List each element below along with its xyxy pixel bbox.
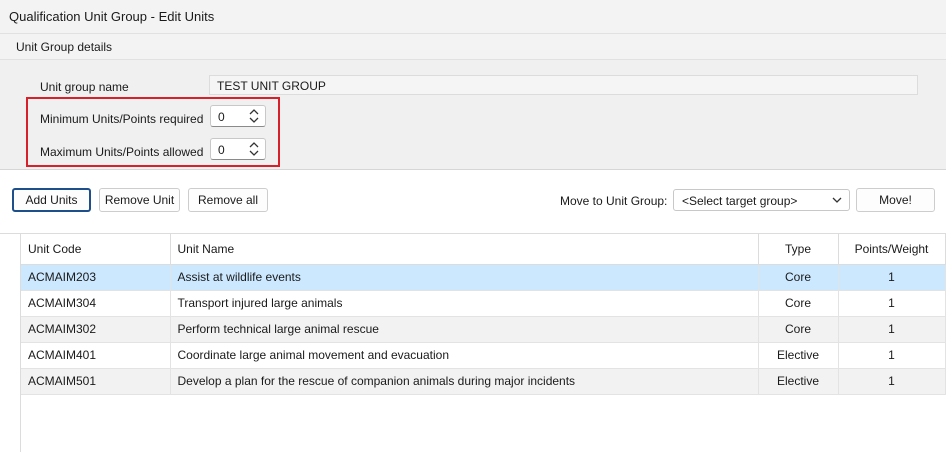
- move-button[interactable]: Move!: [856, 188, 935, 212]
- points-cell: 1: [838, 316, 946, 343]
- unit-name-cell: Perform technical large animal rescue: [170, 316, 759, 343]
- type-cell: Elective: [758, 342, 839, 369]
- column-header-points-weight[interactable]: Points/Weight: [838, 234, 946, 265]
- units-table: Unit Code Unit Name Type Points/Weight A…: [21, 234, 946, 395]
- points-cell: 1: [838, 264, 946, 291]
- table-row[interactable]: ACMAIM304 Transport injured large animal…: [21, 290, 946, 317]
- unit-name-cell: Assist at wildlife events: [170, 264, 759, 291]
- unit-code-cell: ACMAIM304: [21, 290, 171, 317]
- points-cell: 1: [838, 290, 946, 317]
- min-max-highlight-box: [26, 97, 280, 167]
- type-cell: Core: [758, 316, 839, 343]
- target-group-value: <Select target group>: [682, 194, 798, 208]
- table-row[interactable]: ACMAIM302 Perform technical large animal…: [21, 316, 946, 343]
- title-bar: Qualification Unit Group - Edit Units: [0, 0, 946, 33]
- row-header-column: [0, 234, 21, 452]
- section-title: Unit Group details: [16, 40, 113, 54]
- window-title: Qualification Unit Group - Edit Units: [9, 9, 215, 24]
- type-cell: Elective: [758, 368, 839, 395]
- points-cell: 1: [838, 342, 946, 369]
- chevron-down-icon: [832, 197, 842, 203]
- target-group-select[interactable]: <Select target group>: [673, 189, 850, 211]
- column-header-unit-code[interactable]: Unit Code: [21, 234, 171, 265]
- table-header-row: Unit Code Unit Name Type Points/Weight: [21, 234, 946, 265]
- unit-name-cell: Coordinate large animal movement and eva…: [170, 342, 759, 369]
- unit-group-name-field[interactable]: TEST UNIT GROUP: [209, 75, 918, 95]
- move-to-unit-group-label: Move to Unit Group:: [560, 194, 668, 208]
- unit-group-details-panel: Unit group name TEST UNIT GROUP Minimum …: [0, 60, 946, 170]
- table-row[interactable]: ACMAIM401 Coordinate large animal moveme…: [21, 342, 946, 369]
- unit-code-cell: ACMAIM203: [21, 264, 171, 291]
- unit-code-cell: ACMAIM302: [21, 316, 171, 343]
- unit-group-details-header[interactable]: Unit Group details: [0, 33, 946, 60]
- type-cell: Core: [758, 290, 839, 317]
- table-row[interactable]: ACMAIM501 Develop a plan for the rescue …: [21, 368, 946, 395]
- column-header-type[interactable]: Type: [758, 234, 839, 265]
- unit-code-cell: ACMAIM501: [21, 368, 171, 395]
- column-header-unit-name[interactable]: Unit Name: [170, 234, 759, 265]
- table-row[interactable]: ACMAIM203 Assist at wildlife events Core…: [21, 264, 946, 291]
- points-cell: 1: [838, 368, 946, 395]
- add-units-button[interactable]: Add Units: [12, 188, 91, 212]
- remove-all-button[interactable]: Remove all: [188, 188, 268, 212]
- unit-name-cell: Transport injured large animals: [170, 290, 759, 317]
- type-cell: Core: [758, 264, 839, 291]
- unit-name-cell: Develop a plan for the rescue of compani…: [170, 368, 759, 395]
- unit-code-cell: ACMAIM401: [21, 342, 171, 369]
- units-grid: Unit Code Unit Name Type Points/Weight A…: [0, 233, 946, 452]
- remove-unit-button[interactable]: Remove Unit: [99, 188, 180, 212]
- unit-group-name-label: Unit group name: [40, 80, 129, 94]
